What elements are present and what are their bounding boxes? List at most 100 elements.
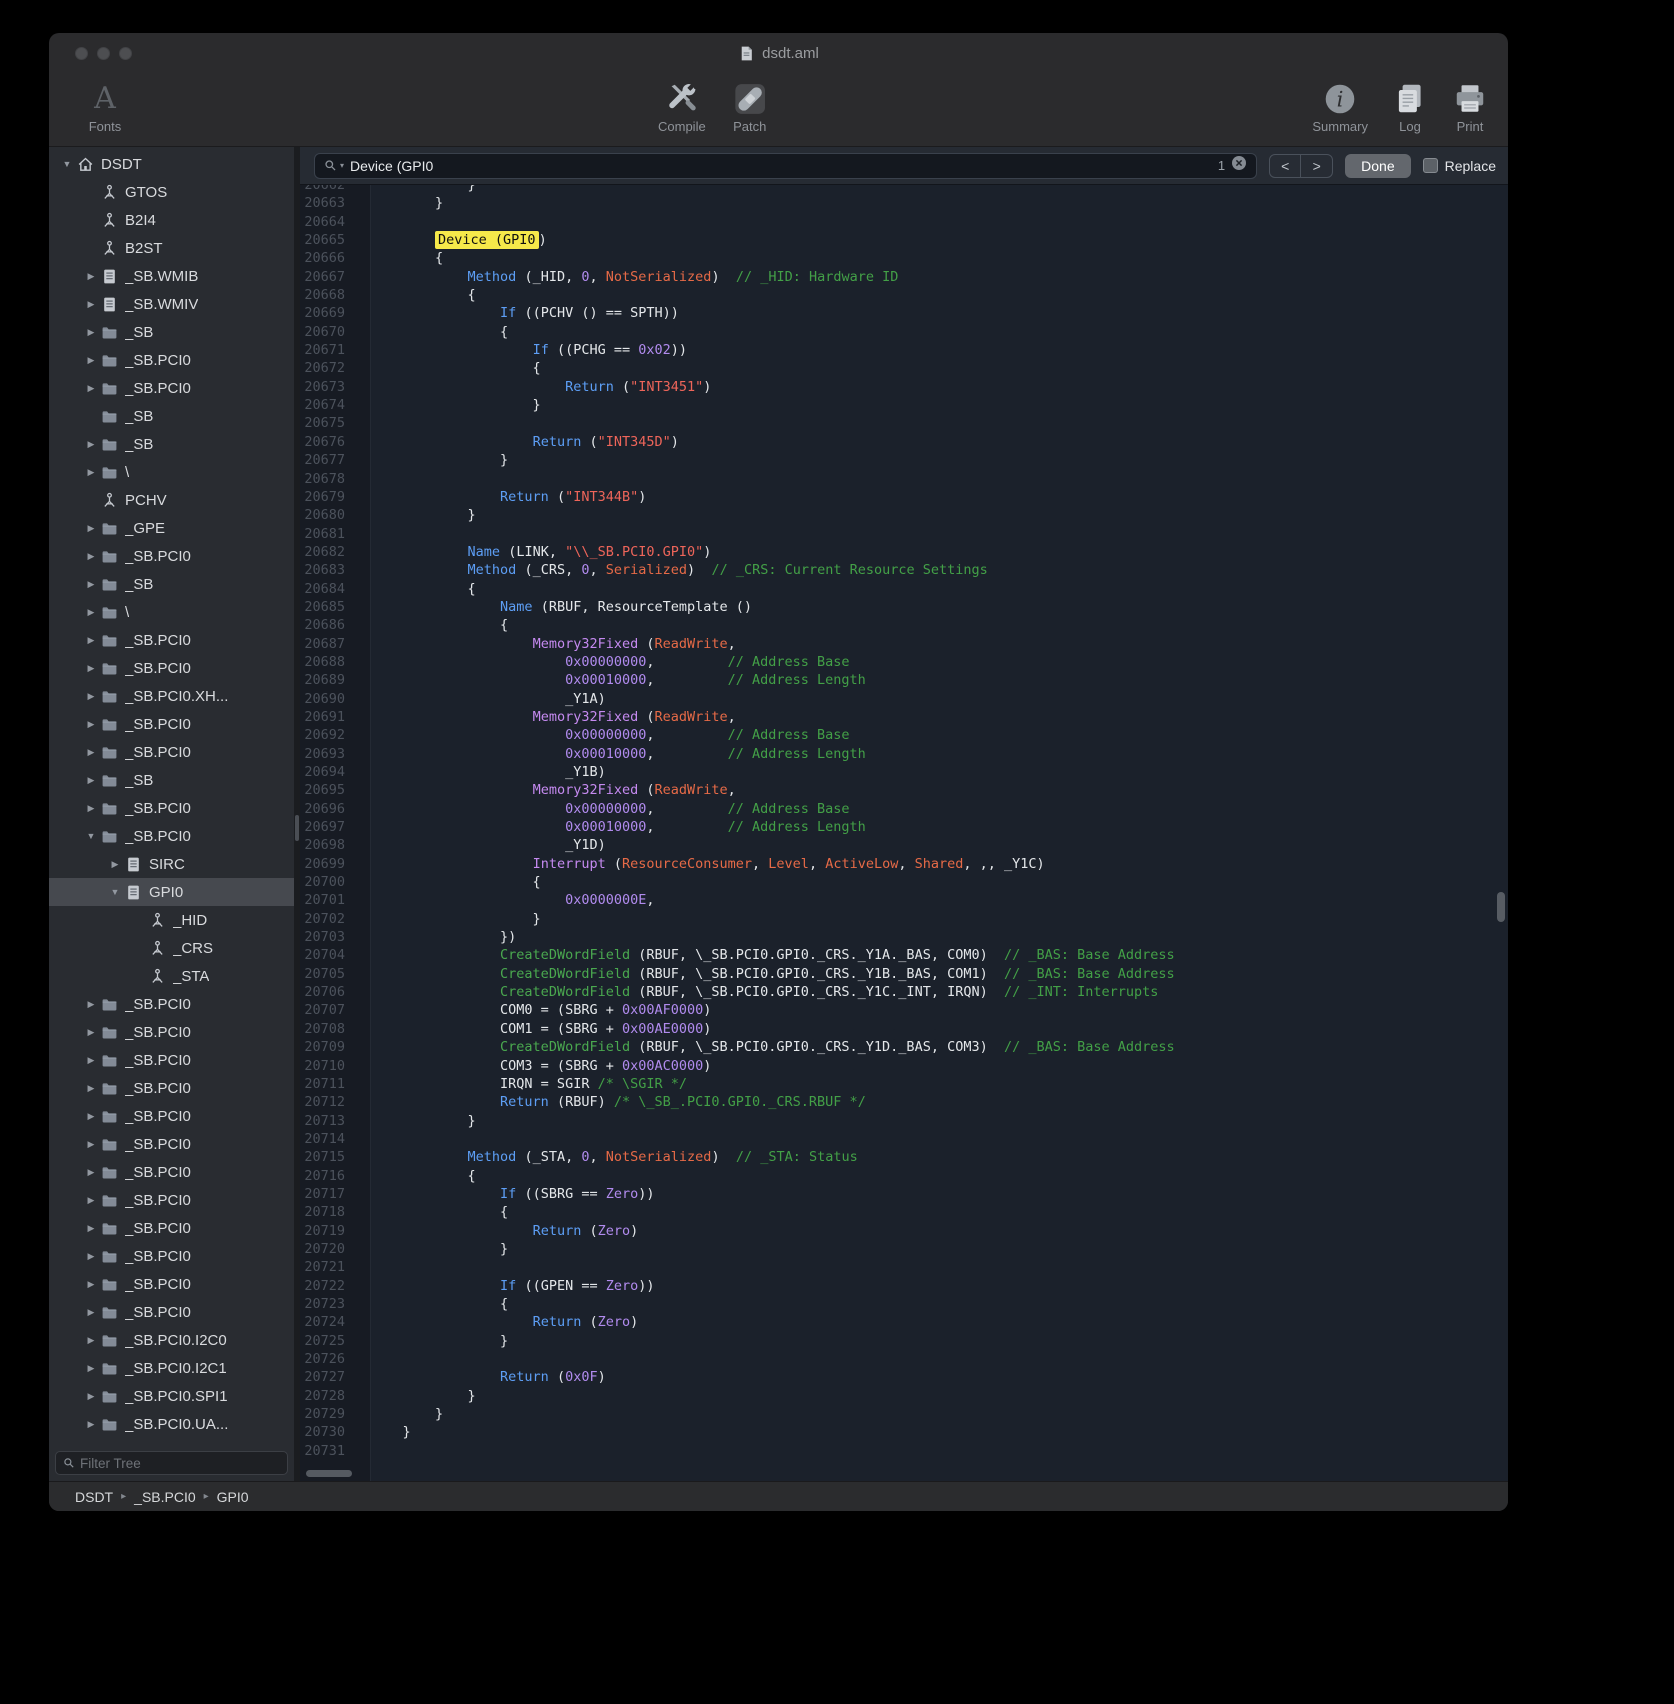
sidebar-item[interactable]: ▶ _SB: [49, 766, 294, 794]
sidebar-item[interactable]: ▶ _SB.PCI0.XH...: [49, 682, 294, 710]
log-button[interactable]: Log: [1392, 81, 1428, 134]
sidebar-item[interactable]: ▶ _SB.PCI0: [49, 1130, 294, 1158]
disclosure-triangle-icon[interactable]: ▶: [83, 1111, 99, 1122]
disclosure-triangle-icon[interactable]: ▶: [83, 467, 99, 478]
sidebar-item[interactable]: ▶ _SB.PCI0: [49, 1018, 294, 1046]
sidebar-item[interactable]: GTOS: [49, 178, 294, 206]
disclosure-triangle-icon[interactable]: ▶: [107, 859, 123, 870]
disclosure-triangle-icon[interactable]: ▼: [59, 159, 75, 169]
disclosure-triangle-icon[interactable]: ▶: [83, 1335, 99, 1346]
sidebar-item[interactable]: ▶ _SB.PCI0: [49, 1102, 294, 1130]
filter-field[interactable]: [55, 1451, 288, 1475]
sidebar-item[interactable]: ▶ _SB.PCI0: [49, 1186, 294, 1214]
compile-button[interactable]: Compile: [658, 81, 706, 134]
disclosure-triangle-icon[interactable]: ▶: [83, 1139, 99, 1150]
vertical-scrollbar[interactable]: [1497, 892, 1505, 922]
sidebar-item[interactable]: ▶ \: [49, 598, 294, 626]
sidebar-item[interactable]: ▶ _SB.PCI0: [49, 794, 294, 822]
replace-checkbox[interactable]: [1423, 158, 1438, 173]
disclosure-triangle-icon[interactable]: ▶: [83, 1027, 99, 1038]
divider-grip[interactable]: [295, 815, 299, 841]
disclosure-triangle-icon[interactable]: ▶: [83, 691, 99, 702]
disclosure-triangle-icon[interactable]: ▶: [83, 1391, 99, 1402]
disclosure-triangle-icon[interactable]: ▶: [83, 775, 99, 786]
disclosure-triangle-icon[interactable]: ▶: [83, 747, 99, 758]
disclosure-triangle-icon[interactable]: ▶: [83, 607, 99, 618]
disclosure-triangle-icon[interactable]: ▶: [83, 1055, 99, 1066]
disclosure-triangle-icon[interactable]: ▶: [83, 439, 99, 450]
disclosure-triangle-icon[interactable]: ▶: [83, 663, 99, 674]
clear-search-button[interactable]: [1231, 155, 1247, 176]
sidebar-item[interactable]: _SB: [49, 402, 294, 430]
sidebar-item[interactable]: ▶ _SB.PCI0: [49, 1214, 294, 1242]
breadcrumb-item[interactable]: DSDT: [75, 1489, 113, 1505]
disclosure-triangle-icon[interactable]: ▶: [83, 355, 99, 366]
disclosure-triangle-icon[interactable]: ▶: [83, 327, 99, 338]
sidebar-item[interactable]: ▶ _SB.PCI0: [49, 1242, 294, 1270]
sidebar-item[interactable]: ▶ \: [49, 458, 294, 486]
sidebar-item[interactable]: _STA: [49, 962, 294, 990]
disclosure-triangle-icon[interactable]: ▶: [83, 271, 99, 282]
sidebar-item[interactable]: ▶ _SB.PCI0: [49, 346, 294, 374]
sidebar-item[interactable]: ▶ _SB.PCI0.UA...: [49, 1410, 294, 1438]
disclosure-triangle-icon[interactable]: ▶: [83, 299, 99, 310]
disclosure-triangle-icon[interactable]: ▶: [83, 1083, 99, 1094]
close-button[interactable]: [75, 47, 88, 60]
sidebar-item[interactable]: ▶ _SB.PCI0: [49, 738, 294, 766]
disclosure-triangle-icon[interactable]: ▶: [83, 383, 99, 394]
disclosure-triangle-icon[interactable]: ▶: [83, 635, 99, 646]
sidebar-item[interactable]: ▶ _SB.PCI0.I2C1: [49, 1354, 294, 1382]
fonts-button[interactable]: Fonts: [87, 81, 123, 134]
sidebar-item[interactable]: ▶ _SB.WMIB: [49, 262, 294, 290]
code-editor[interactable]: 20662 } 20663 } 20664 20665 Device (GPI0…: [300, 185, 1508, 1481]
disclosure-triangle-icon[interactable]: ▶: [83, 999, 99, 1010]
horizontal-scrollbar[interactable]: [306, 1470, 352, 1477]
filter-input[interactable]: [80, 1456, 280, 1471]
disclosure-triangle-icon[interactable]: ▶: [83, 1167, 99, 1178]
sidebar-item[interactable]: PCHV: [49, 486, 294, 514]
sidebar-item[interactable]: ▼ _SB.PCI0: [49, 822, 294, 850]
sidebar-item[interactable]: B2ST: [49, 234, 294, 262]
disclosure-triangle-icon[interactable]: ▶: [83, 523, 99, 534]
sidebar-item[interactable]: ▶ _SB.PCI0: [49, 542, 294, 570]
sidebar-item[interactable]: ▶ _SB.PCI0: [49, 990, 294, 1018]
sidebar-item[interactable]: ▶ _SB.PCI0: [49, 1270, 294, 1298]
sidebar-item[interactable]: ▶ _SB: [49, 318, 294, 346]
disclosure-triangle-icon[interactable]: ▶: [83, 1363, 99, 1374]
breadcrumb-item[interactable]: GPI0: [217, 1489, 249, 1505]
disclosure-triangle-icon[interactable]: ▶: [83, 1307, 99, 1318]
disclosure-triangle-icon[interactable]: ▶: [83, 579, 99, 590]
sidebar-item[interactable]: ▶ _SB.WMIV: [49, 290, 294, 318]
disclosure-triangle-icon[interactable]: ▼: [83, 831, 99, 841]
sidebar-item[interactable]: ▶ _GPE: [49, 514, 294, 542]
sidebar-item[interactable]: ▶ SIRC: [49, 850, 294, 878]
replace-toggle[interactable]: Replace: [1423, 158, 1496, 174]
sidebar-item[interactable]: ▶ _SB: [49, 430, 294, 458]
disclosure-triangle-icon[interactable]: ▶: [83, 1419, 99, 1430]
disclosure-triangle-icon[interactable]: ▶: [83, 551, 99, 562]
sidebar-item[interactable]: ▶ _SB.PCI0: [49, 374, 294, 402]
sidebar-item[interactable]: ▶ _SB.PCI0: [49, 1074, 294, 1102]
sidebar-item[interactable]: ▶ _SB.PCI0: [49, 1158, 294, 1186]
find-next-button[interactable]: >: [1301, 155, 1332, 177]
sidebar-item[interactable]: ▶ _SB.PCI0: [49, 710, 294, 738]
print-button[interactable]: Print: [1452, 81, 1488, 134]
sidebar-item[interactable]: B2I4: [49, 206, 294, 234]
done-button[interactable]: Done: [1345, 154, 1410, 178]
sidebar-item[interactable]: _CRS: [49, 934, 294, 962]
sidebar-item[interactable]: ▼ GPI0: [49, 878, 294, 906]
disclosure-triangle-icon[interactable]: ▶: [83, 1223, 99, 1234]
disclosure-triangle-icon[interactable]: ▼: [107, 887, 123, 897]
disclosure-triangle-icon[interactable]: ▶: [83, 1279, 99, 1290]
sidebar-item[interactable]: ▶ _SB.PCI0: [49, 1298, 294, 1326]
sidebar-item[interactable]: ▶ _SB.PCI0: [49, 654, 294, 682]
find-search-input[interactable]: ▾ Device (GPI0 1: [314, 153, 1257, 179]
sidebar-item[interactable]: ▶ _SB.PCI0: [49, 1046, 294, 1074]
disclosure-triangle-icon[interactable]: ▶: [83, 803, 99, 814]
summary-button[interactable]: Summary: [1312, 81, 1368, 134]
disclosure-triangle-icon[interactable]: ▶: [83, 1251, 99, 1262]
disclosure-triangle-icon[interactable]: ▶: [83, 1195, 99, 1206]
sidebar-item[interactable]: ▶ _SB.PCI0.I2C0: [49, 1326, 294, 1354]
disclosure-triangle-icon[interactable]: ▶: [83, 719, 99, 730]
sidebar-item[interactable]: _HID: [49, 906, 294, 934]
